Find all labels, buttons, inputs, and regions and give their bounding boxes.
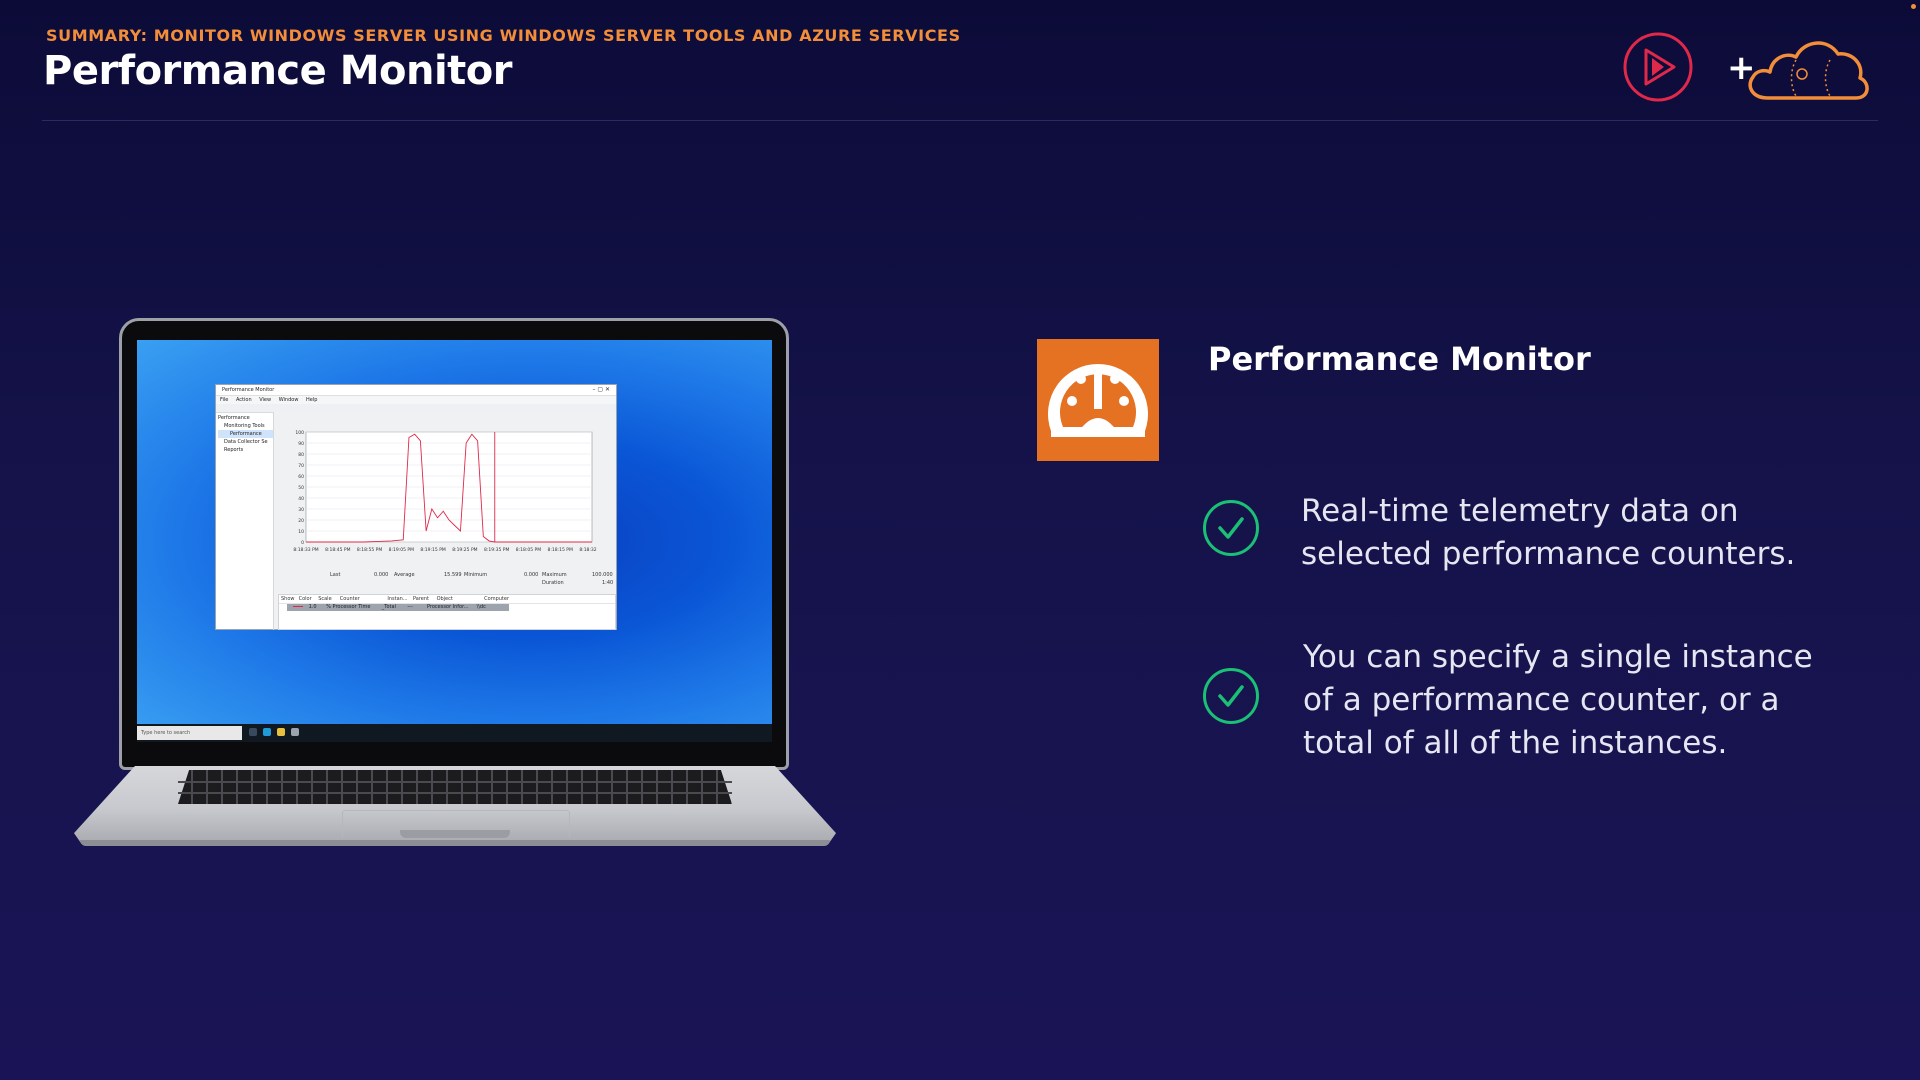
laptop-illustration: Performance Monitor – ▢ ✕ File Action Vi… bbox=[74, 318, 836, 858]
pm-navigation-tree: Performance Monitoring Tools Performance… bbox=[216, 412, 274, 630]
menu-help[interactable]: Help bbox=[306, 397, 317, 403]
stat-maximum-label: Maximum bbox=[542, 572, 567, 578]
col-color: Color bbox=[298, 596, 312, 602]
keyboard-row-divider bbox=[178, 781, 732, 783]
y-tick-label: 30 bbox=[298, 507, 304, 513]
y-tick-label: 80 bbox=[298, 452, 304, 458]
menu-window[interactable]: Window bbox=[279, 397, 299, 403]
windows-taskbar: Type here to search bbox=[137, 724, 772, 742]
play-logo-icon bbox=[1623, 32, 1693, 102]
explorer-icon[interactable] bbox=[277, 728, 285, 736]
counter-table: Show Color Scale Counter Instan... Paren… bbox=[278, 594, 616, 630]
header-divider bbox=[42, 120, 1878, 121]
laptop-notch bbox=[400, 830, 510, 838]
check-circle-icon bbox=[1203, 668, 1259, 724]
counter-row[interactable]: 1.0 % Processor Time _Total --- Processo… bbox=[287, 604, 509, 611]
task-view-icon[interactable] bbox=[249, 728, 257, 736]
check-circle-icon bbox=[1203, 500, 1259, 556]
y-tick-label: 50 bbox=[298, 485, 304, 491]
row-scale: 1.0 bbox=[308, 604, 317, 610]
x-tick-label: 8:19:25 PM bbox=[452, 547, 477, 553]
page-title: Performance Monitor bbox=[43, 48, 513, 94]
pm-menu-bar: File Action View Window Help bbox=[216, 396, 616, 404]
bullet-line: Real-time telemetry data on bbox=[1301, 493, 1739, 529]
counter-color-swatch bbox=[293, 605, 303, 608]
col-scale: Scale bbox=[318, 596, 332, 602]
y-tick-label: 90 bbox=[298, 441, 304, 447]
laptop-keyboard bbox=[178, 770, 732, 804]
edge-icon[interactable] bbox=[263, 728, 271, 736]
col-show: Show bbox=[281, 596, 295, 602]
pm-title-bar: Performance Monitor – ▢ ✕ bbox=[216, 385, 616, 396]
stat-last-label: Last bbox=[330, 572, 341, 578]
bullet-line: You can specify a single instance bbox=[1303, 639, 1813, 675]
row-object: Processor Infor... bbox=[426, 604, 469, 610]
stat-average-label: Average bbox=[394, 572, 415, 578]
cpu-line-chart: 0 10 20 30 40 50 60 70 80 90 100 8:18:33 PM 8:18:45 … bbox=[293, 430, 598, 553]
section-title: Performance Monitor bbox=[1208, 340, 1591, 378]
corner-dot bbox=[1911, 4, 1916, 9]
x-tick-label: 8:18:15 PM bbox=[548, 547, 573, 553]
tree-item-performance[interactable]: Performance bbox=[218, 414, 273, 422]
y-tick-label: 70 bbox=[298, 463, 304, 469]
col-counter: Counter bbox=[339, 596, 360, 602]
pm-window-title: Performance Monitor bbox=[222, 387, 275, 393]
window-controls[interactable]: – ▢ ✕ bbox=[592, 385, 610, 395]
col-parent: Parent bbox=[412, 596, 429, 602]
perfmon-taskbar-icon[interactable] bbox=[291, 728, 299, 736]
stat-duration-value: 1:40 bbox=[602, 580, 614, 586]
bullet-line: selected performance counters. bbox=[1301, 536, 1796, 572]
tree-item-monitoring-tools[interactable]: Monitoring Tools bbox=[218, 422, 273, 430]
cloud-logo-icon bbox=[1748, 41, 1869, 100]
taskbar-search[interactable]: Type here to search bbox=[137, 726, 242, 740]
x-tick-label: 8:18:05 PM bbox=[516, 547, 541, 553]
y-tick-label: 0 bbox=[301, 540, 304, 546]
laptop-screen: Performance Monitor – ▢ ✕ File Action Vi… bbox=[137, 340, 772, 724]
eyebrow-label: SUMMARY: MONITOR WINDOWS SERVER USING WI… bbox=[46, 26, 961, 45]
y-tick-label: 20 bbox=[298, 518, 304, 524]
row-parent: --- bbox=[407, 604, 413, 610]
x-tick-label: 8:19:05 PM bbox=[389, 547, 414, 553]
stat-average-value: 15.599 bbox=[444, 572, 462, 578]
keyboard-row-divider bbox=[178, 792, 732, 794]
stat-minimum-value: 0.000 bbox=[524, 572, 539, 578]
bullet-line: total of all of the instances. bbox=[1303, 725, 1728, 761]
tree-item-data-collector[interactable]: Data Collector Se bbox=[218, 438, 273, 446]
x-tick-label: 8:19:15 PM bbox=[420, 547, 445, 553]
performance-monitor-window: Performance Monitor – ▢ ✕ File Action Vi… bbox=[215, 384, 617, 630]
col-computer: Computer bbox=[484, 596, 510, 602]
gauge-icon bbox=[1037, 339, 1159, 461]
x-tick-label: 8:18:33 PM bbox=[293, 547, 318, 553]
x-tick-label: 8:18:55 PM bbox=[357, 547, 382, 553]
y-tick-label: 100 bbox=[295, 430, 304, 436]
menu-action[interactable]: Action bbox=[236, 397, 252, 403]
y-tick-label: 10 bbox=[298, 529, 304, 535]
stat-duration-label: Duration bbox=[542, 580, 564, 586]
tree-item-reports[interactable]: Reports bbox=[218, 446, 273, 454]
stat-maximum-value: 100.000 bbox=[592, 572, 613, 578]
laptop-foot bbox=[80, 840, 830, 846]
col-instance: Instan... bbox=[387, 596, 408, 602]
row-counter: % Processor Time bbox=[326, 604, 371, 610]
stat-minimum-label: Minimum bbox=[464, 572, 488, 578]
bullet-text: You can specify a single instance of a p… bbox=[1303, 636, 1863, 765]
x-tick-label: 8:18:45 PM bbox=[325, 547, 350, 553]
menu-file[interactable]: File bbox=[220, 397, 228, 403]
tree-item-performance-monitor[interactable]: Performance bbox=[218, 430, 273, 438]
brand-logos: + bbox=[1620, 30, 1880, 104]
bullet-text: Real-time telemetry data on selected per… bbox=[1301, 490, 1861, 576]
x-tick-label: 8:18:32 PM bbox=[579, 547, 598, 553]
y-tick-label: 40 bbox=[298, 496, 304, 502]
col-object: Object bbox=[436, 596, 453, 602]
menu-view[interactable]: View bbox=[259, 397, 271, 403]
y-tick-label: 60 bbox=[298, 474, 304, 480]
pm-main-pane: 0 10 20 30 40 50 60 70 80 90 100 8:18:33 PM 8:18:45 … bbox=[274, 412, 616, 630]
x-tick-label: 8:19:35 PM bbox=[484, 547, 509, 553]
bullet-line: of a performance counter, or a bbox=[1303, 682, 1780, 718]
counter-table-header: Show Color Scale Counter Instan... Paren… bbox=[279, 595, 615, 604]
stat-last-value: 0.000 bbox=[374, 572, 389, 578]
row-instance: _Total bbox=[381, 604, 396, 610]
row-computer: \\dc bbox=[476, 604, 486, 610]
